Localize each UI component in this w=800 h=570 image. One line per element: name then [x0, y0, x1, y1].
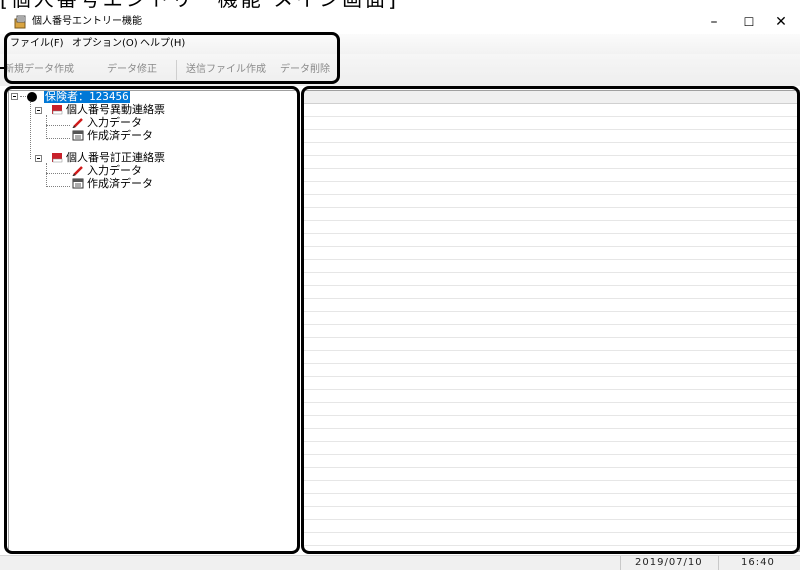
tree-pane[interactable]: 保険者：123456 個人番号異動連絡票 入力データ 作成済データ 個人番号訂正…: [8, 90, 298, 552]
edit-data-button[interactable]: データ修正: [107, 62, 157, 78]
tree-connector: [46, 186, 70, 187]
tree-item-created-data[interactable]: 作成済データ: [86, 178, 154, 190]
tree-group-transfer[interactable]: 個人番号異動連絡票: [65, 104, 166, 116]
tree-item-created-data[interactable]: 作成済データ: [86, 130, 154, 142]
collapse-toggle[interactable]: [35, 155, 42, 162]
list-header: [304, 91, 799, 104]
tree-group-correction[interactable]: 個人番号訂正連絡票: [65, 152, 166, 164]
app-icon: [14, 15, 26, 29]
book-icon: [52, 105, 63, 115]
status-bar: 2019/07/10 16:40: [0, 555, 800, 570]
document-icon: [72, 178, 84, 189]
tree-root-label: 保険者：123456: [44, 90, 130, 103]
pencil-icon: [72, 118, 83, 128]
tree-root-insurer[interactable]: 保険者：123456: [44, 91, 130, 103]
insurer-icon: [27, 92, 37, 102]
status-date: 2019/07/10: [635, 557, 703, 568]
delete-data-button[interactable]: データ削除: [280, 62, 330, 78]
document-caption: [個人番号エントリー機能 メイン画面]: [0, 0, 800, 10]
book-icon: [52, 153, 63, 163]
status-time-cell: 16:40: [718, 556, 800, 570]
tree-connector: [46, 115, 47, 139]
menu-options[interactable]: オプション(O): [72, 37, 138, 51]
tree-connector: [30, 102, 31, 159]
tree-connector: [46, 125, 70, 126]
data-tree: 保険者：123456 個人番号異動連絡票 入力データ 作成済データ 個人番号訂正…: [9, 91, 297, 551]
data-list-pane[interactable]: [303, 90, 800, 552]
document-icon: [72, 130, 84, 141]
menu-bar: ファイル(F) オプション(O) ヘルプ(H): [0, 34, 800, 54]
window-title: 個人番号エントリー機能: [32, 16, 142, 27]
menu-file[interactable]: ファイル(F): [10, 37, 64, 51]
collapse-toggle[interactable]: [35, 107, 42, 114]
collapse-toggle[interactable]: [11, 93, 18, 100]
toolbar: 新規データ作成 データ修正 送信ファイル作成 データ削除: [0, 54, 800, 86]
pencil-icon: [72, 166, 83, 176]
list-rows: [304, 104, 799, 551]
new-data-button[interactable]: 新規データ作成: [4, 62, 74, 78]
tree-connector: [46, 173, 70, 174]
minimize-button[interactable]: –: [698, 12, 730, 32]
tree-connector: [46, 138, 70, 139]
tree-item-input-data[interactable]: 入力データ: [86, 117, 143, 129]
status-time: 16:40: [741, 557, 775, 568]
title-bar: 個人番号エントリー機能 – ☐ ✕: [0, 10, 800, 34]
callout-leader: [0, 67, 6, 69]
create-send-file-button[interactable]: 送信ファイル作成: [186, 62, 266, 78]
document-caption-text: [個人番号エントリー機能 メイン画面]: [0, 0, 399, 10]
maximize-button[interactable]: ☐: [733, 12, 765, 32]
toolbar-separator: [176, 60, 177, 80]
tree-connector: [46, 163, 47, 187]
close-button[interactable]: ✕: [765, 12, 797, 32]
tree-item-input-data[interactable]: 入力データ: [86, 165, 143, 177]
status-date-cell: 2019/07/10: [620, 556, 718, 570]
menu-help[interactable]: ヘルプ(H): [140, 37, 185, 51]
